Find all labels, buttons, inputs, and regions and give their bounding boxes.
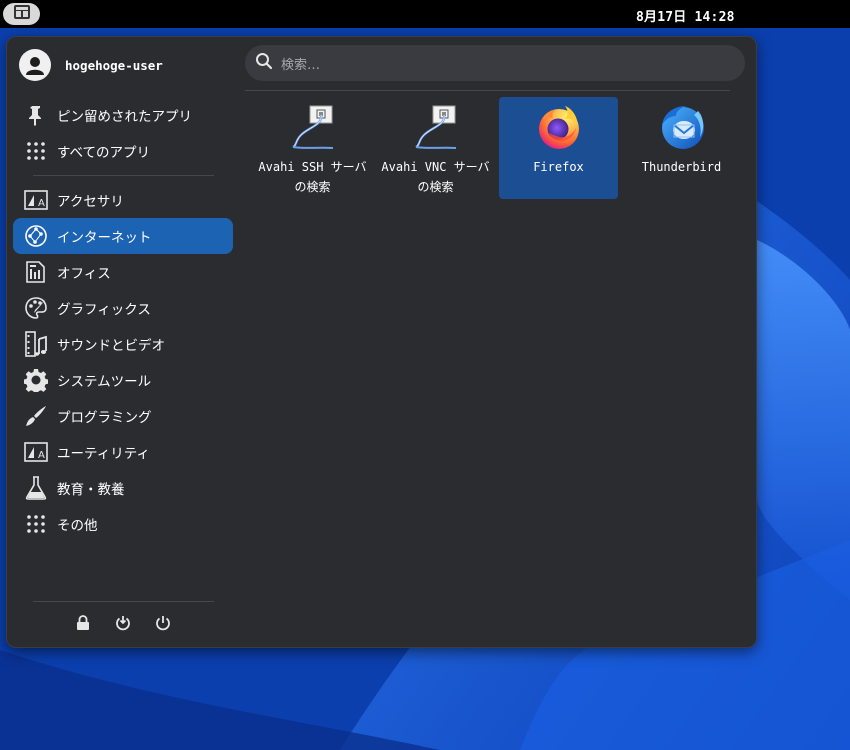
gear-icon — [23, 367, 49, 393]
sidebar-item-label: アクセサリ — [57, 194, 124, 210]
search-placeholder: 検索… — [281, 57, 321, 73]
power-icon — [155, 615, 171, 635]
app-thunderbird[interactable]: Thunderbird — [622, 97, 741, 199]
sidebar-item-other[interactable]: その他 — [13, 506, 233, 542]
sidebar-item-label: プログラミング — [57, 410, 152, 426]
programming-brush-icon — [23, 403, 49, 429]
user-header[interactable]: hogehoge-user — [19, 49, 163, 81]
logout-button[interactable] — [113, 615, 133, 635]
sidebar-item-label: ピン留めされたアプリ — [57, 109, 192, 125]
svg-text:A: A — [38, 198, 45, 209]
sidebar-item-education[interactable]: 教育・教養 — [13, 470, 233, 506]
app-label: Avahi SSH サーバの検索 — [258, 160, 367, 194]
network-cable-icon — [412, 103, 460, 151]
flask-icon — [23, 475, 49, 501]
sidebar-item-graphics[interactable]: グラフィックス — [13, 290, 233, 326]
utilities-icon: A — [23, 439, 49, 465]
app-label: Firefox — [533, 160, 584, 174]
menu-launcher-button[interactable] — [3, 3, 40, 25]
graphics-palette-icon — [23, 295, 49, 321]
sidebar-item-office[interactable]: オフィス — [13, 254, 233, 290]
app-avahi-ssh[interactable]: Avahi SSH サーバの検索 — [253, 97, 372, 199]
sidebar-item-all-apps[interactable]: すべてのアプリ — [13, 133, 233, 169]
app-label: Avahi VNC サーバの検索 — [381, 160, 490, 194]
username: hogehoge-user — [65, 57, 163, 73]
search-divider — [245, 90, 730, 91]
search-icon — [255, 52, 273, 74]
clock[interactable]: 8月17日 14:28 — [636, 6, 735, 25]
sidebar-item-programming[interactable]: プログラミング — [13, 398, 233, 434]
thunderbird-icon — [658, 103, 706, 151]
menu-grid-icon — [13, 4, 31, 24]
office-icon — [23, 259, 49, 285]
app-label: Thunderbird — [641, 160, 722, 174]
svg-text:A: A — [38, 450, 45, 461]
user-avatar-icon — [19, 49, 51, 81]
sidebar-item-accessories[interactable]: A アクセサリ — [13, 182, 233, 218]
sidebar-item-utilities[interactable]: A ユーティリティ — [13, 434, 233, 470]
logout-icon — [115, 615, 131, 635]
app-avahi-vnc[interactable]: Avahi VNC サーバの検索 — [376, 97, 495, 199]
search-input[interactable]: 検索… — [245, 45, 745, 81]
sidebar-item-label: インターネット — [57, 230, 152, 246]
sidebar-item-label: オフィス — [57, 266, 111, 282]
sidebar-item-system-tools[interactable]: システムツール — [13, 362, 233, 398]
top-panel: 8月17日 14:28 — [0, 0, 850, 28]
sidebar-item-label: その他 — [57, 518, 98, 534]
accessories-icon: A — [23, 187, 49, 213]
lock-button[interactable] — [73, 615, 93, 635]
power-button[interactable] — [153, 615, 173, 635]
sidebar-item-label: ユーティリティ — [57, 446, 150, 462]
firefox-icon — [535, 103, 583, 151]
sidebar-item-label: グラフィックス — [57, 302, 151, 318]
sound-video-icon — [23, 331, 49, 357]
sidebar-item-label: 教育・教養 — [57, 482, 125, 498]
grid-dots-icon — [23, 511, 49, 537]
session-divider — [33, 601, 214, 602]
lock-icon — [76, 615, 90, 635]
sidebar-item-sound-video[interactable]: サウンドとビデオ — [13, 326, 233, 362]
internet-globe-icon — [23, 223, 49, 249]
sidebar-item-label: すべてのアプリ — [57, 145, 151, 161]
sidebar-item-label: サウンドとビデオ — [57, 338, 165, 354]
sidebar-divider — [33, 175, 214, 176]
sidebar-item-pinned[interactable]: ピン留めされたアプリ — [13, 97, 233, 133]
grid-dots-icon — [23, 138, 49, 164]
app-firefox[interactable]: Firefox — [499, 97, 618, 199]
sidebar-item-internet[interactable]: インターネット — [13, 218, 233, 254]
network-cable-icon — [289, 103, 337, 151]
pin-icon — [23, 102, 49, 128]
application-menu: hogehoge-user 検索… ピン留めされたアプリ すべてのアプリ A ア… — [6, 36, 757, 648]
sidebar-item-label: システムツール — [57, 374, 152, 390]
